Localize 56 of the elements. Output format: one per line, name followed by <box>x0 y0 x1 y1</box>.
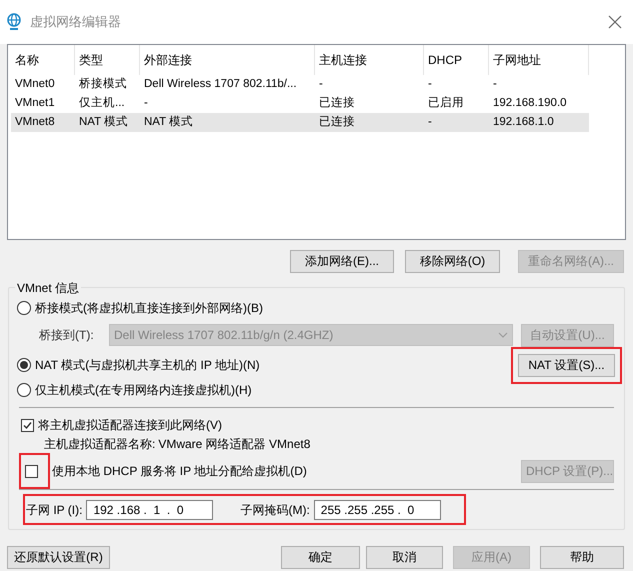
button[interactable]: 确定 <box>281 546 360 568</box>
column-header[interactable]: 外部连接 <box>140 45 315 75</box>
table-cell-text: 已启用 <box>427 96 465 111</box>
column-header[interactable]: 名称 <box>11 45 75 75</box>
table-cell-text: - <box>427 76 433 92</box>
group-title: VMnet 信息 <box>15 279 82 297</box>
column-header[interactable]: 子网地址 <box>489 45 589 75</box>
radio-button[interactable] <box>17 301 31 315</box>
table-cell-text: 192.168.1.0 <box>492 114 555 130</box>
window-title: 虚拟网络编辑器 <box>30 13 121 32</box>
globe-icon <box>6 13 22 31</box>
table-cell-text: - <box>318 76 324 92</box>
adapter-name: VMware 网络适配器 VMnet8 <box>158 436 310 453</box>
radio-label: 仅主机模式(在专用网络内连接虚拟机)(H) <box>35 382 252 399</box>
radio-label: NAT 模式(与虚拟机共享主机的 IP 地址)(N) <box>35 357 260 374</box>
chevron-down-icon <box>498 332 508 338</box>
table-cell-text: 192.168.190.0 <box>492 96 568 111</box>
table-cell-text: - <box>143 96 149 111</box>
table-cell-text: VMnet8 <box>14 114 56 130</box>
ip-address-field[interactable]: 192 .168 . 1 . 0 <box>86 500 214 520</box>
field-label: 主机虚拟适配器名称: <box>44 436 156 453</box>
button[interactable]: 添加网络(E)... <box>290 250 394 272</box>
button[interactable]: NAT 设置(S)... <box>518 354 615 376</box>
radio-label: 桥接模式(将虚拟机直接连接到外部网络)(B) <box>35 300 263 317</box>
button[interactable]: 取消 <box>366 546 443 568</box>
table-cell-text: VMnet1 <box>14 96 56 111</box>
table-cell-text: - <box>427 114 433 130</box>
radio-button[interactable] <box>17 358 31 372</box>
button[interactable]: 还原默认设置(R) <box>7 546 110 568</box>
column-header[interactable]: 主机连接 <box>315 45 424 75</box>
checkbox[interactable] <box>25 464 38 478</box>
button[interactable]: 帮助 <box>540 546 624 568</box>
table-cell-text: 仅主机... <box>78 95 126 111</box>
button[interactable]: 移除网络(O) <box>405 250 500 272</box>
checkbox[interactable] <box>21 418 34 432</box>
table-cell-text: Dell Wireless 1707 802.11b/... <box>143 76 298 92</box>
table-cell-text: NAT 模式 <box>143 114 194 130</box>
table-cell-text: 已连接 <box>318 96 356 111</box>
column-header[interactable]: 类型 <box>75 45 140 75</box>
table-cell-text: 桥接模式 <box>78 76 128 92</box>
field-label: 子网掩码(M): <box>240 502 310 518</box>
table-cell-text: VMnet0 <box>14 76 56 92</box>
close-icon <box>608 15 622 29</box>
table-row[interactable]: VMnet0 桥接模式 Dell Wireless 1707 802.11b/... - - - <box>11 75 589 94</box>
radio-button[interactable] <box>17 383 31 397</box>
table-row[interactable]: VMnet8 NAT 模式 NAT 模式 已连接 - 192.168.1.0 <box>11 113 589 132</box>
field-label: 桥接到(T): <box>39 327 95 344</box>
table-row[interactable]: VMnet1 仅主机... - 已连接 已启用 192.168.190.0 <box>11 94 589 113</box>
table-cell-text: NAT 模式 <box>78 114 130 130</box>
checkbox-label: 将主机虚拟适配器连接到此网络(V) <box>38 417 222 434</box>
subnet-mask-field[interactable]: 255 .255 .255 . 0 <box>314 500 441 520</box>
table-cell-text: 已连接 <box>318 114 356 130</box>
field-label: 子网 IP (I): <box>26 502 82 518</box>
column-header[interactable]: DHCP <box>424 45 489 75</box>
checkbox-label: 使用本地 DHCP 服务将 IP 地址分配给虚拟机(D) <box>52 463 307 480</box>
table-cell-text: - <box>492 76 498 92</box>
